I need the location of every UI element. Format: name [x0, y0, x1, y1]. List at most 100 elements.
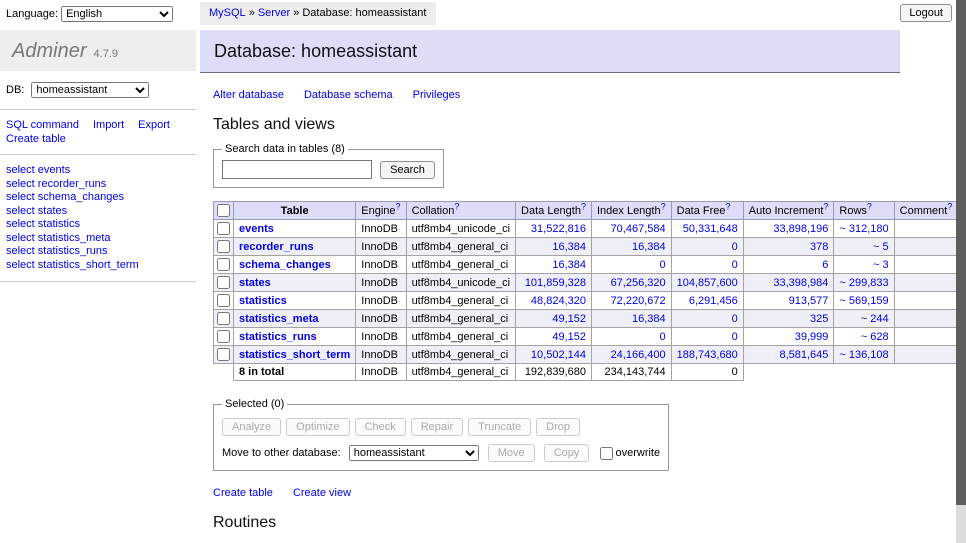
value-link[interactable]: 0 [660, 331, 666, 343]
table-name-link[interactable]: statistics_meta [239, 313, 319, 325]
search-button[interactable]: Search [380, 161, 435, 179]
value-link[interactable]: 31,522,816 [531, 223, 586, 235]
value-link[interactable]: 33,398,984 [773, 277, 828, 289]
db-select[interactable]: homeassistant [31, 82, 149, 98]
optimize-button[interactable]: Optimize [286, 418, 349, 436]
value-link[interactable]: 6,291,456 [689, 295, 738, 307]
value-link[interactable]: 913,577 [789, 295, 829, 307]
check-button[interactable]: Check [355, 418, 406, 436]
scrollbar-thumb[interactable] [956, 0, 966, 505]
value-link[interactable]: 378 [810, 241, 828, 253]
table-name-link[interactable]: states [239, 277, 271, 289]
value-link[interactable]: 0 [732, 241, 738, 253]
column-help-link[interactable]: ? [661, 201, 666, 211]
row-checkbox[interactable] [217, 294, 230, 307]
table-name-link[interactable]: events [239, 223, 274, 235]
row-checkbox[interactable] [217, 240, 230, 253]
value-link[interactable]: 16,384 [632, 241, 666, 253]
value-link[interactable]: 104,857,600 [677, 277, 738, 289]
table-name-link[interactable]: statistics_runs [239, 331, 317, 343]
column-help-link[interactable]: ? [726, 201, 731, 211]
create-link[interactable]: Create table [213, 487, 273, 499]
value-link[interactable]: 16,384 [552, 259, 586, 271]
value-link[interactable]: 50,331,648 [683, 223, 738, 235]
row-checkbox[interactable] [217, 222, 230, 235]
value-link[interactable]: ~ 5 [873, 241, 889, 253]
sidebar-select-link[interactable]: select statistics [6, 218, 196, 232]
search-input[interactable] [222, 160, 372, 179]
breadcrumb-link[interactable]: MySQL [209, 7, 246, 19]
sidebar-select-link[interactable]: select statistics_meta [6, 232, 196, 246]
sidebar-select-link[interactable]: select schema_changes [6, 191, 196, 205]
value-link[interactable]: 48,824,320 [531, 295, 586, 307]
overwrite-checkbox[interactable] [600, 447, 613, 460]
column-help-link[interactable]: ? [947, 201, 952, 211]
value-link[interactable]: 49,152 [552, 313, 586, 325]
row-checkbox[interactable] [217, 348, 230, 361]
value-link[interactable]: ~ 299,833 [839, 277, 888, 289]
table-name-link[interactable]: statistics_short_term [239, 349, 350, 361]
value-link[interactable]: 33,898,196 [773, 223, 828, 235]
sidebar-action-link[interactable]: Export [138, 118, 170, 132]
value-link[interactable]: 10,502,144 [531, 349, 586, 361]
value-link[interactable]: 70,467,584 [611, 223, 666, 235]
move-button[interactable]: Move [488, 444, 535, 462]
column-help-link[interactable]: ? [454, 201, 459, 211]
value-link[interactable]: 6 [822, 259, 828, 271]
copy-button[interactable]: Copy [544, 444, 590, 462]
breadcrumb-link[interactable]: Server [258, 7, 290, 19]
value-link[interactable]: 0 [660, 259, 666, 271]
column-help-link[interactable]: ? [581, 201, 586, 211]
sidebar-select-link[interactable]: select states [6, 205, 196, 219]
column-help-link[interactable]: ? [823, 201, 828, 211]
sidebar-select-link[interactable]: select statistics_short_term [6, 259, 196, 273]
analyze-button[interactable]: Analyze [222, 418, 281, 436]
database-action-link[interactable]: Database schema [304, 89, 393, 101]
table-name-link[interactable]: schema_changes [239, 259, 331, 271]
sidebar-select-link[interactable]: select statistics_runs [6, 245, 196, 259]
sidebar-action-link[interactable]: SQL command [6, 118, 79, 132]
value-link[interactable]: 16,384 [552, 241, 586, 253]
move-db-select[interactable]: homeassistant [349, 445, 479, 461]
sidebar-select-link[interactable]: select events [6, 164, 196, 178]
database-action-link[interactable]: Privileges [413, 89, 461, 101]
row-checkbox[interactable] [217, 330, 230, 343]
value-link[interactable]: 16,384 [632, 313, 666, 325]
sidebar-action-link[interactable]: Create table [6, 132, 66, 146]
value-link[interactable]: 101,859,328 [525, 277, 586, 289]
vertical-scrollbar[interactable] [956, 0, 966, 543]
repair-button[interactable]: Repair [411, 418, 463, 436]
value-link[interactable]: 67,256,320 [611, 277, 666, 289]
value-link[interactable]: ~ 312,180 [839, 223, 888, 235]
table-name-link[interactable]: statistics [239, 295, 287, 307]
value-link[interactable]: 0 [732, 331, 738, 343]
truncate-button[interactable]: Truncate [468, 418, 531, 436]
language-select[interactable]: English [61, 6, 173, 22]
value-link[interactable]: 39,999 [795, 331, 829, 343]
sidebar-select-link[interactable]: select recorder_runs [6, 178, 196, 192]
table-name-link[interactable]: recorder_runs [239, 241, 314, 253]
value-link[interactable]: ~ 244 [861, 313, 889, 325]
value-link[interactable]: ~ 3 [873, 259, 889, 271]
drop-button[interactable]: Drop [536, 418, 580, 436]
value-link[interactable]: 325 [810, 313, 828, 325]
sidebar-action-link[interactable]: Import [93, 118, 124, 132]
value-link[interactable]: ~ 569,159 [839, 295, 888, 307]
column-help-link[interactable]: ? [396, 201, 401, 211]
column-help-link[interactable]: ? [867, 201, 872, 211]
value-link[interactable]: 8,581,645 [779, 349, 828, 361]
value-link[interactable]: ~ 628 [861, 331, 889, 343]
value-link[interactable]: 72,220,672 [611, 295, 666, 307]
value-link[interactable]: 188,743,680 [677, 349, 738, 361]
value-link[interactable]: ~ 136,108 [839, 349, 888, 361]
create-link[interactable]: Create view [293, 487, 351, 499]
logout-button[interactable]: Logout [900, 4, 952, 22]
value-link[interactable]: 0 [732, 259, 738, 271]
row-checkbox[interactable] [217, 312, 230, 325]
row-checkbox[interactable] [217, 276, 230, 289]
database-action-link[interactable]: Alter database [213, 89, 284, 101]
select-all-checkbox[interactable] [217, 204, 230, 217]
value-link[interactable]: 24,166,400 [611, 349, 666, 361]
row-checkbox[interactable] [217, 258, 230, 271]
value-link[interactable]: 49,152 [552, 331, 586, 343]
